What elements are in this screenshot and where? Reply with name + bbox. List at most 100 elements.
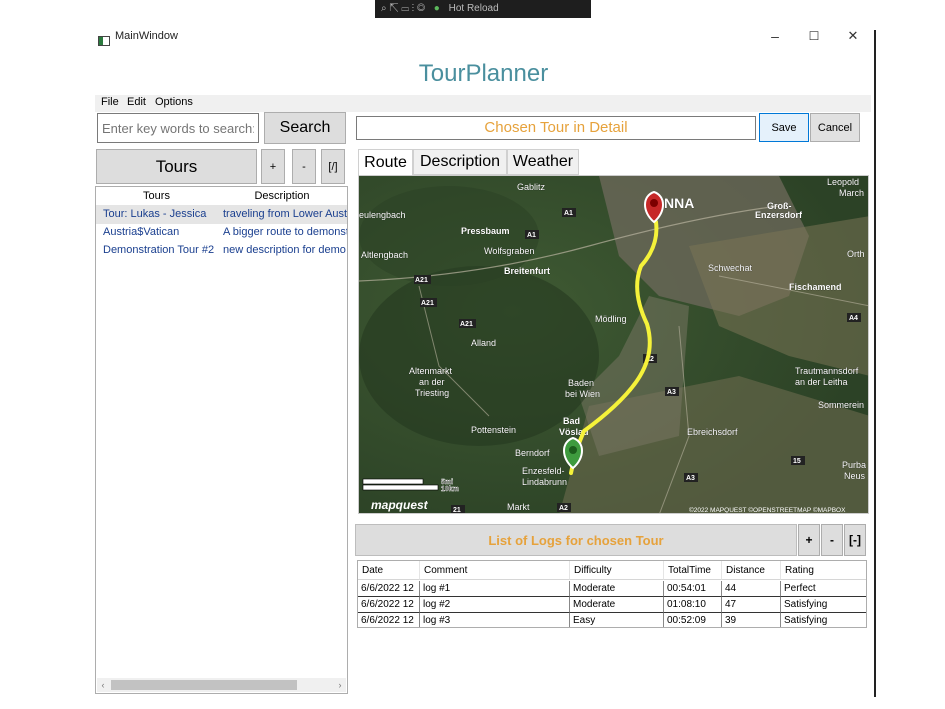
map-label: Wolfsgraben <box>484 246 534 256</box>
edit-tour-button[interactable]: [/] <box>321 149 345 184</box>
hot-reload-icon: ● <box>433 3 440 14</box>
tab-weather[interactable]: Weather <box>507 149 579 175</box>
column-header-rating[interactable]: Rating <box>781 561 866 580</box>
maximize-button[interactable]: ☐ <box>802 26 826 46</box>
map-label: Enzersdorf <box>755 210 803 220</box>
map-label: Breitenfurt <box>504 266 550 276</box>
log-rating: Satisfying <box>781 597 866 613</box>
tour-row[interactable]: Demonstration Tour #2 new description fo… <box>96 242 347 260</box>
mapquest-logo: mapquest <box>371 498 429 512</box>
log-distance: 39 <box>722 613 781 627</box>
column-header-distance[interactable]: Distance <box>722 561 781 580</box>
tour-description: new description for demo tour <box>223 244 347 256</box>
close-window-button[interactable]: ✕ <box>841 26 865 46</box>
tours-button[interactable]: Tours <box>96 149 257 184</box>
map-label: eulengbach <box>359 210 406 220</box>
tour-row[interactable]: Tour: Lukas - Jessica traveling from Low… <box>96 206 347 224</box>
log-difficulty: Moderate <box>570 581 664 597</box>
tour-description: A bigger route to demonstrate <box>223 226 347 238</box>
column-header-difficulty[interactable]: Difficulty <box>570 561 664 580</box>
column-header-totaltime[interactable]: TotalTime <box>664 561 722 580</box>
tour-name: Demonstration Tour #2 <box>103 244 215 256</box>
svg-text:5mi: 5mi <box>441 479 453 486</box>
svg-text:A21: A21 <box>415 277 428 284</box>
add-tour-button[interactable]: + <box>261 149 285 184</box>
tab-description[interactable]: Description <box>413 149 507 175</box>
map-label: Altlengbach <box>361 250 408 260</box>
log-date: 6/6/2022 12 <box>358 613 420 627</box>
minimize-button[interactable]: – <box>763 26 787 46</box>
tour-name: Austria$Vatican <box>103 226 180 238</box>
save-button[interactable]: Save <box>759 113 809 142</box>
map-label: Trautmannsdorf <box>795 366 859 376</box>
map-label: Altenmarkt <box>409 366 453 376</box>
map-label: Mödling <box>595 314 627 324</box>
route-map-image: Gablitz NNA Leopold March Groß- Enzersdo… <box>359 176 868 514</box>
debug-toolbar[interactable]: ⌕ ⇱ ▭ ⫶ ◎ ● Hot Reload <box>375 0 591 18</box>
svg-text:A1: A1 <box>564 210 573 217</box>
remove-log-button[interactable]: - <box>821 524 843 556</box>
tab-route[interactable]: Route <box>358 149 413 177</box>
search-input[interactable] <box>97 113 259 143</box>
remove-tour-button[interactable]: - <box>292 149 316 184</box>
tour-row[interactable]: Austria$Vatican A bigger route to demons… <box>96 224 347 242</box>
log-comment: log #1 <box>420 581 570 597</box>
map-label: Fischamend <box>789 282 842 292</box>
column-header-description[interactable]: Description <box>217 187 347 206</box>
road-shield: A1 <box>562 208 576 217</box>
map-label: March <box>839 188 864 198</box>
log-total-time: 00:52:09 <box>664 613 722 627</box>
cancel-button[interactable]: Cancel <box>810 113 860 142</box>
map-label: Berndorf <box>515 448 550 458</box>
log-comment: log #2 <box>420 597 570 613</box>
horizontal-scrollbar[interactable]: ‹ › <box>97 678 346 692</box>
edit-log-button[interactable]: [-] <box>844 524 866 556</box>
app-window-icon <box>98 33 110 46</box>
log-distance: 47 <box>722 597 781 613</box>
column-header-tours[interactable]: Tours <box>96 187 218 206</box>
map-label: Pressbaum <box>461 226 510 236</box>
map-attribution: ©2022 MAPQUEST ©OPENSTREETMAP ©MAPBOX <box>689 506 846 514</box>
menu-edit[interactable]: Edit <box>127 96 146 108</box>
map-label: Markt <box>507 502 530 512</box>
menu-options[interactable]: Options <box>155 96 193 108</box>
title-bar: MainWindow <box>0 24 875 52</box>
log-date: 6/6/2022 12 <box>358 597 420 613</box>
log-total-time: 01:08:10 <box>664 597 722 613</box>
log-rating: Perfect <box>781 581 866 597</box>
map-label: Triesting <box>415 388 449 398</box>
add-log-button[interactable]: + <box>798 524 820 556</box>
log-rating: Satisfying <box>781 613 866 627</box>
hot-reload-label: Hot Reload <box>448 3 499 14</box>
map-label: Pottenstein <box>471 425 516 435</box>
scrollbar-thumb[interactable] <box>111 680 297 690</box>
log-difficulty: Easy <box>570 613 664 627</box>
map-label: Neus <box>844 471 866 481</box>
map-label: an der <box>419 377 445 387</box>
logs-table[interactable]: Date Comment Difficulty TotalTime Distan… <box>357 560 867 628</box>
map-label: NNA <box>664 195 694 211</box>
log-total-time: 00:54:01 <box>664 581 722 597</box>
menu-file[interactable]: File <box>101 96 119 108</box>
svg-text:A1: A1 <box>527 232 536 239</box>
svg-text:A3: A3 <box>667 389 676 396</box>
svg-text:A21: A21 <box>421 300 434 307</box>
map-label: Gablitz <box>517 182 546 192</box>
app-title: TourPlanner <box>418 60 549 87</box>
route-map[interactable]: Gablitz NNA Leopold March Groß- Enzersdo… <box>358 175 869 514</box>
tour-list[interactable]: Tours Description Tour: Lukas - Jessica … <box>95 186 348 694</box>
window-border <box>874 30 876 697</box>
scroll-left-arrow-icon[interactable]: ‹ <box>97 678 109 692</box>
column-header-comment[interactable]: Comment <box>420 561 570 580</box>
map-label: an der Leitha <box>795 377 848 387</box>
road-shield: 15 <box>791 456 805 465</box>
svg-text:15: 15 <box>793 458 801 465</box>
map-label: Leopold <box>827 177 859 187</box>
column-header-date[interactable]: Date <box>358 561 420 580</box>
scroll-right-arrow-icon[interactable]: › <box>334 678 346 692</box>
chosen-tour-field[interactable]: Chosen Tour in Detail <box>356 116 756 140</box>
map-label: Orth <box>847 249 865 259</box>
map-label: Ebreichsdorf <box>687 427 738 437</box>
log-distance: 44 <box>722 581 781 597</box>
search-button[interactable]: Search <box>264 112 346 144</box>
